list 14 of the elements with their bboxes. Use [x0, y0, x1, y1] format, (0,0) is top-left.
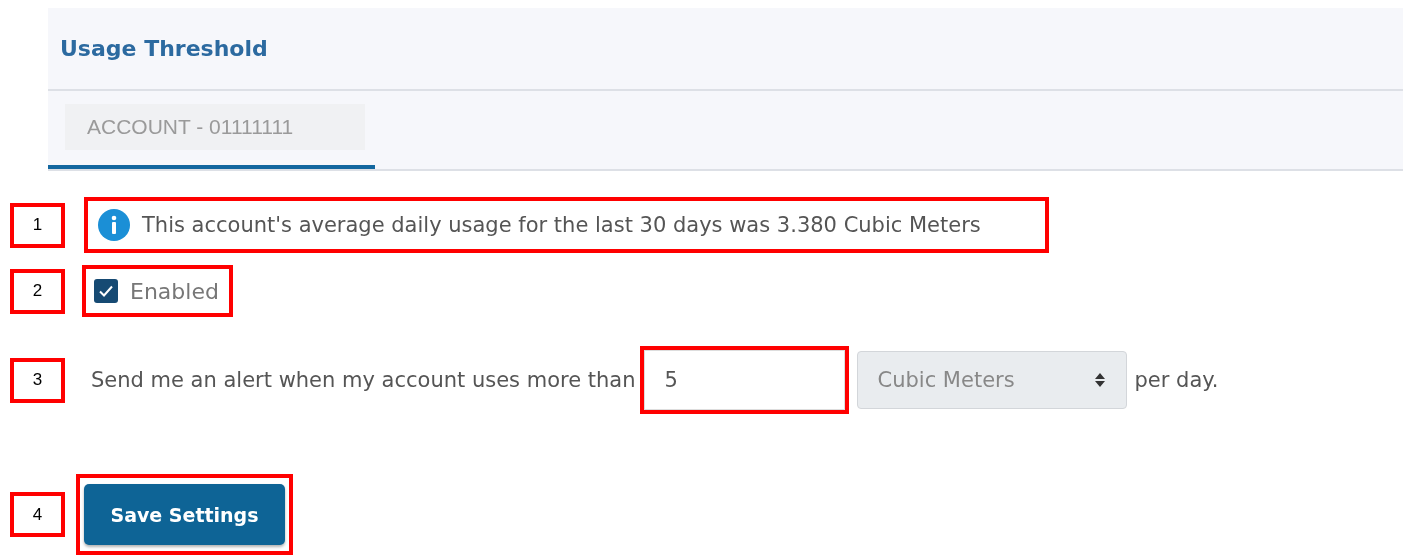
enabled-checkbox[interactable] — [94, 279, 118, 303]
callout-number: 2 — [10, 268, 65, 314]
page-title: Usage Threshold — [60, 36, 268, 61]
save-settings-button[interactable]: Save Settings — [84, 484, 285, 545]
callout-number: 3 — [10, 357, 65, 403]
alert-text: Send me an alert when my account uses more than — [91, 368, 636, 392]
info-icon — [98, 209, 130, 241]
threshold-input[interactable]: 5 — [643, 350, 845, 410]
usage-info-text: This account's average daily usage for the last 30 days was 3.380 Cubic Meters — [142, 213, 981, 237]
per-day-text: per day. — [1134, 368, 1219, 392]
callout-number: 1 — [10, 202, 65, 248]
enabled-label: Enabled — [130, 278, 219, 304]
sort-caret-icon — [1093, 372, 1106, 388]
callout-number: 4 — [10, 492, 65, 537]
